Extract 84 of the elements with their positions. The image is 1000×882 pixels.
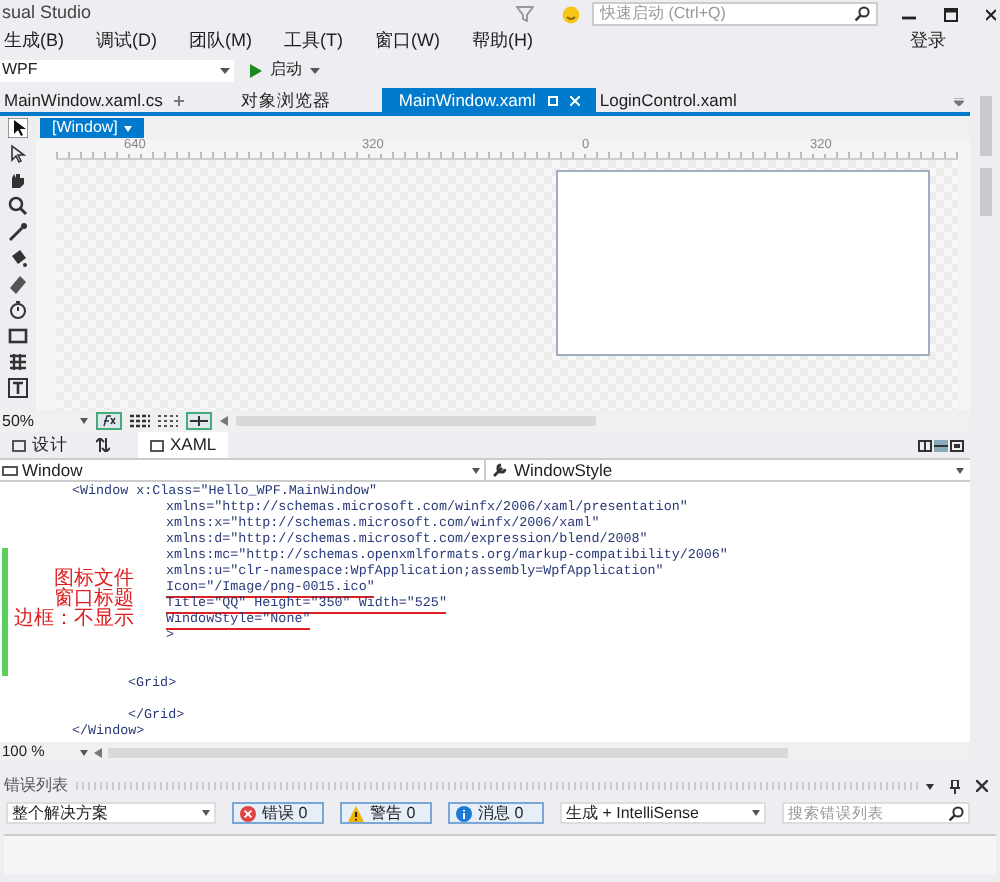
scrollbar-thumb[interactable] [108, 747, 788, 757]
grid-icon [130, 414, 150, 428]
start-button[interactable]: 启动 [248, 59, 322, 81]
menu-item[interactable]: 帮助(H) [470, 28, 535, 56]
dropdown-arrow-icon [472, 467, 480, 473]
hand-icon [8, 170, 28, 190]
split-vertical-icon [918, 439, 932, 451]
scroll-left-icon [220, 416, 228, 426]
menu-item[interactable]: 窗口(W) [373, 28, 442, 56]
quick-launch-field[interactable]: 快速启动 (Ctrl+Q) [592, 2, 878, 26]
scrollbar-thumb[interactable] [236, 416, 596, 426]
filter-button[interactable]: 消息 0 [448, 802, 544, 824]
eraser-icon [8, 274, 28, 294]
side-panel-tab[interactable] [979, 96, 991, 156]
dropdown-arrow-icon [956, 467, 964, 473]
wrench-icon [492, 462, 508, 478]
annotation-label: 图标文件 [54, 570, 134, 590]
close-icon [986, 7, 996, 21]
grid-icon [158, 414, 178, 428]
eyedropper-icon [8, 222, 28, 242]
maximize-icon [944, 7, 958, 21]
swap-icon [96, 438, 110, 452]
close-icon [976, 780, 988, 792]
document-tab[interactable]: 对象浏览器 [236, 88, 335, 112]
filter-button[interactable]: 错误 0 [232, 802, 324, 824]
timer-icon [8, 300, 28, 320]
element-selector[interactable]: [Window] [40, 118, 144, 138]
scope-dropdown[interactable]: 整个解决方案 [6, 802, 216, 824]
code-icon [150, 439, 164, 451]
menu-item[interactable]: 生成(B) [2, 28, 66, 56]
sign-in-link[interactable]: 登录 [910, 28, 946, 56]
menu-item[interactable]: 工具(T) [282, 28, 345, 56]
menu-item[interactable]: 团队(M) [187, 28, 254, 56]
window-title: sual Studio [0, 0, 92, 27]
design-icon [12, 439, 26, 451]
dropdown-arrow-icon [926, 783, 934, 789]
search-icon [854, 6, 870, 22]
snap-icon [186, 412, 212, 430]
text-block-icon [8, 378, 28, 398]
zoom-icon [8, 196, 28, 216]
collapse-pane-icon [950, 439, 964, 451]
side-panel-tab[interactable] [979, 168, 991, 216]
dropdown-arrow-icon [123, 125, 132, 131]
code-editor[interactable] [0, 482, 970, 742]
search-icon [948, 805, 964, 821]
filter-button[interactable]: 警告 0 [340, 802, 432, 824]
view-tab[interactable]: XAML [138, 432, 229, 458]
dropdown-arrow-icon [752, 810, 760, 816]
build-dropdown[interactable]: 生成 + IntelliSense [560, 802, 766, 824]
warning-icon [348, 805, 364, 821]
panel-title: 错误列表 [2, 774, 68, 798]
dropdown-arrow-icon [954, 98, 964, 106]
dropdown-arrow-icon [310, 67, 320, 73]
scroll-left-icon [94, 747, 102, 757]
formula-icon [96, 412, 122, 430]
dropdown-arrow-icon [220, 67, 230, 73]
error-icon [240, 805, 256, 821]
view-tab[interactable]: 设计 [0, 432, 80, 458]
annotation-label: 窗口标题 [54, 590, 134, 610]
grid-icon [8, 352, 28, 372]
document-tab[interactable]: LoginControl.xaml [595, 88, 741, 112]
dropdown-arrow-icon [202, 810, 210, 816]
annotation-label: 边框：不显示 [14, 610, 134, 630]
dropdown-arrow-icon [80, 418, 88, 424]
smiley-icon [562, 5, 580, 23]
split-horizontal-icon [934, 439, 948, 451]
pointer-icon [8, 118, 28, 138]
menu-item[interactable]: 调试(D) [94, 28, 159, 56]
element-dropdown[interactable]: Window [0, 460, 486, 480]
element-icon [2, 465, 18, 475]
pointer-icon [8, 144, 28, 164]
rectangle-icon [8, 326, 28, 346]
property-dropdown[interactable]: WindowStyle [486, 460, 970, 480]
document-tab[interactable]: MainWindow.xaml [382, 88, 596, 112]
play-icon [250, 63, 262, 77]
element-name: Window [22, 457, 83, 483]
document-tab[interactable]: MainWindow.xaml.cs [0, 88, 189, 112]
dropdown-arrow-icon [80, 749, 88, 755]
platform-dropdown[interactable]: WPF [0, 59, 234, 81]
filter-icon [516, 6, 534, 22]
close-icon [569, 95, 580, 105]
info-icon [456, 805, 472, 821]
property-name: WindowStyle [514, 457, 615, 483]
zoom-dropdown[interactable]: 50% [0, 409, 88, 433]
